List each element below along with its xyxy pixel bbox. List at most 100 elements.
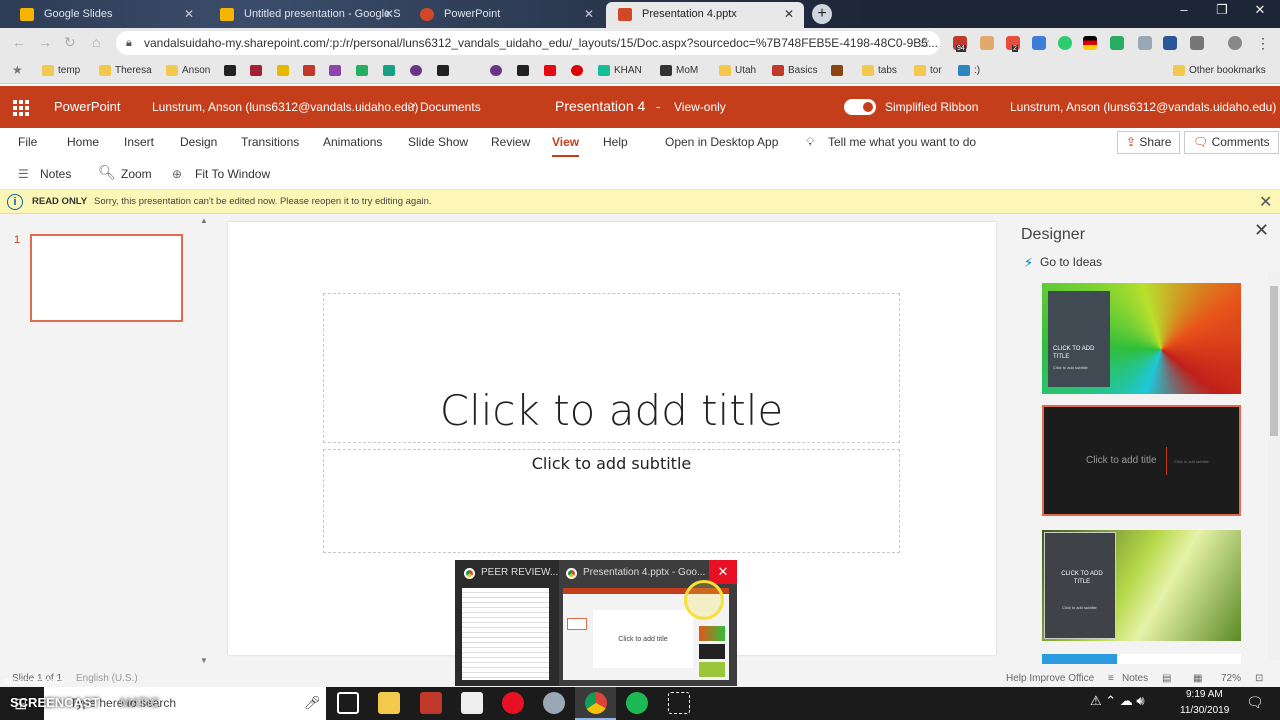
other-bookmarks[interactable]: Other bookmarks [1173, 64, 1266, 78]
bookmark-khan[interactable]: KHAN [598, 64, 642, 78]
scroll-down-icon[interactable]: ▼ [200, 656, 208, 665]
chrome-icon[interactable] [585, 692, 607, 714]
title-placeholder[interactable]: Click to add title [323, 293, 900, 443]
bookmark-mom[interactable]: MoM [660, 64, 698, 78]
account-name[interactable]: Lunstrum, Anson (luns6312@vandals.uidaho… [1010, 100, 1276, 114]
slide-sorter-icon[interactable]: ▦ [1193, 673, 1202, 684]
simplified-ribbon-toggle[interactable] [844, 99, 876, 115]
tab-file[interactable]: File [18, 135, 37, 149]
opera-icon[interactable] [502, 692, 524, 714]
close-tab-icon[interactable]: ✕ [784, 2, 794, 26]
extension-icon[interactable] [1032, 36, 1046, 50]
breadcrumb-user[interactable]: Lunstrum, Anson (luns6312@vandals.uidaho… [152, 100, 418, 114]
notes-button[interactable]: Notes [40, 167, 71, 181]
bookmark-star-icon[interactable]: ☆ [918, 34, 931, 51]
tab-transitions[interactable]: Transitions [241, 135, 299, 149]
bookmark-temp[interactable]: temp [42, 64, 80, 78]
go-to-ideas-link[interactable]: Go to Ideas [1040, 255, 1102, 269]
fit-slide-icon[interactable]: ⊡ [1255, 673, 1263, 684]
extension-icon[interactable] [1083, 36, 1097, 50]
design-idea-card-4[interactable] [1042, 654, 1241, 664]
extension-icon[interactable] [1110, 36, 1124, 50]
browser-menu-icon[interactable]: ⋮ [1256, 35, 1270, 52]
fit-to-window-button[interactable]: Fit To Window [195, 167, 270, 181]
bookmark-anson[interactable]: Anson [166, 64, 210, 78]
breadcrumb-documents[interactable]: Documents [420, 100, 481, 114]
help-improve-office[interactable]: Help Improve Office [1006, 673, 1094, 684]
close-tab-icon[interactable]: ✕ [384, 2, 394, 26]
clock-time[interactable]: 9:19 AM [1186, 689, 1223, 700]
tab-insert[interactable]: Insert [124, 135, 154, 149]
extension-icon[interactable] [1163, 36, 1177, 50]
tab-slide-show[interactable]: Slide Show [408, 135, 468, 149]
notification-area-icons[interactable]: ⚠ ⌃ ☁ 🔊︎ [1090, 693, 1145, 709]
spotify-icon[interactable] [626, 692, 648, 714]
browser-tab-google-slides[interactable]: Google Slides ✕ [8, 2, 204, 28]
slide-thumbnail[interactable] [30, 234, 183, 322]
task-view-icon[interactable] [337, 692, 359, 714]
close-tab-icon[interactable]: ✕ [184, 2, 194, 26]
clock-date[interactable]: 11/30/2019 [1180, 705, 1229, 716]
tab-design[interactable]: Design [180, 135, 217, 149]
bookmark-basics[interactable]: Basics [772, 64, 817, 78]
profile-avatar[interactable] [1228, 36, 1242, 50]
microphone-icon[interactable]: 🎤︎ [304, 695, 321, 711]
maximize-icon[interactable]: ❐ [1204, 2, 1240, 18]
tab-animations[interactable]: Animations [323, 135, 382, 149]
language[interactable]: English (U.S.) [76, 673, 138, 684]
scrollbar-thumb[interactable] [1270, 286, 1278, 436]
bookmark-smile[interactable]: :) [958, 64, 980, 78]
file-explorer-icon[interactable] [378, 692, 400, 714]
mail-icon[interactable] [461, 692, 483, 714]
app-icon[interactable] [420, 692, 442, 714]
zoom-button[interactable]: Zoom [121, 167, 152, 181]
snipping-tool-icon[interactable] [668, 692, 690, 714]
browser-tab-powerpoint[interactable]: PowerPoint ✕ [408, 2, 604, 28]
bookmark-theresa[interactable]: Theresa [99, 64, 152, 78]
extension-icon[interactable] [1058, 36, 1072, 50]
url-field[interactable]: 🔒︎ vandalsuidaho-my.sharepoint.com/:p:/r… [116, 31, 940, 55]
scroll-up-icon[interactable]: ▲ [200, 216, 208, 225]
status-notes-button[interactable]: Notes [1122, 673, 1148, 684]
extension-icon[interactable] [1190, 36, 1204, 50]
app-icon[interactable] [543, 692, 565, 714]
design-idea-card-2[interactable]: Click to add title Click to add subtitle [1042, 405, 1241, 516]
document-title[interactable]: Presentation 4 [555, 98, 645, 114]
extension-icon[interactable] [980, 36, 994, 50]
extension-icon[interactable] [1138, 36, 1152, 50]
designer-scrollbar[interactable] [1268, 272, 1280, 660]
preview-item-peer-review[interactable]: PEER REVIEW... [464, 567, 558, 579]
preview-item-presentation[interactable]: Presentation 4.pptx - Goo... [566, 567, 705, 579]
app-launcher-icon[interactable] [13, 100, 29, 116]
app-name[interactable]: PowerPoint [54, 99, 120, 114]
tell-me-search[interactable]: Tell me what you want to do [828, 135, 976, 149]
tab-home[interactable]: Home [67, 135, 99, 149]
design-idea-card-1[interactable]: CLICK TO ADD TITLE Click to add subtitle [1042, 283, 1241, 394]
close-tab-icon[interactable]: ✕ [584, 2, 594, 26]
new-tab-button[interactable]: + [812, 4, 832, 24]
home-icon[interactable]: ⌂ [92, 34, 100, 50]
normal-view-icon[interactable]: ▤ [1162, 673, 1171, 684]
bookmark-tor[interactable]: tor [914, 64, 942, 78]
open-in-desktop-app[interactable]: Open in Desktop App [665, 135, 778, 149]
bookmark-tabs[interactable]: tabs [862, 64, 897, 78]
action-center-icon[interactable]: 🗨︎ [1246, 694, 1264, 711]
back-icon[interactable]: ← [12, 34, 26, 50]
browser-tab-untitled-presentation[interactable]: Untitled presentation - Google S ✕ [208, 2, 404, 28]
reload-icon[interactable]: ↻ [64, 34, 76, 51]
preview-close-icon[interactable]: ✕ [709, 560, 737, 584]
close-banner-icon[interactable]: ✕ [1259, 192, 1272, 212]
share-button[interactable]: ⇪ Share [1117, 131, 1181, 154]
tab-view[interactable]: View [552, 135, 580, 157]
tab-help[interactable]: Help [603, 135, 628, 149]
close-window-icon[interactable]: ✕ [1242, 2, 1278, 18]
close-designer-icon[interactable]: ✕ [1254, 220, 1269, 241]
browser-tab-presentation-4[interactable]: Presentation 4.pptx ✕ [606, 2, 804, 28]
tab-review[interactable]: Review [491, 135, 530, 149]
minimize-icon[interactable]: – [1166, 2, 1202, 17]
zoom-level[interactable]: 72% [1221, 673, 1241, 684]
comments-button[interactable]: 🗨︎ Comments [1184, 131, 1279, 154]
design-idea-card-3[interactable]: CLICK TO ADD TITLE Click to add subtitle [1042, 530, 1241, 641]
bookmark-utah[interactable]: Utah [719, 64, 756, 78]
subtitle-placeholder[interactable]: Click to add subtitle [323, 449, 900, 553]
